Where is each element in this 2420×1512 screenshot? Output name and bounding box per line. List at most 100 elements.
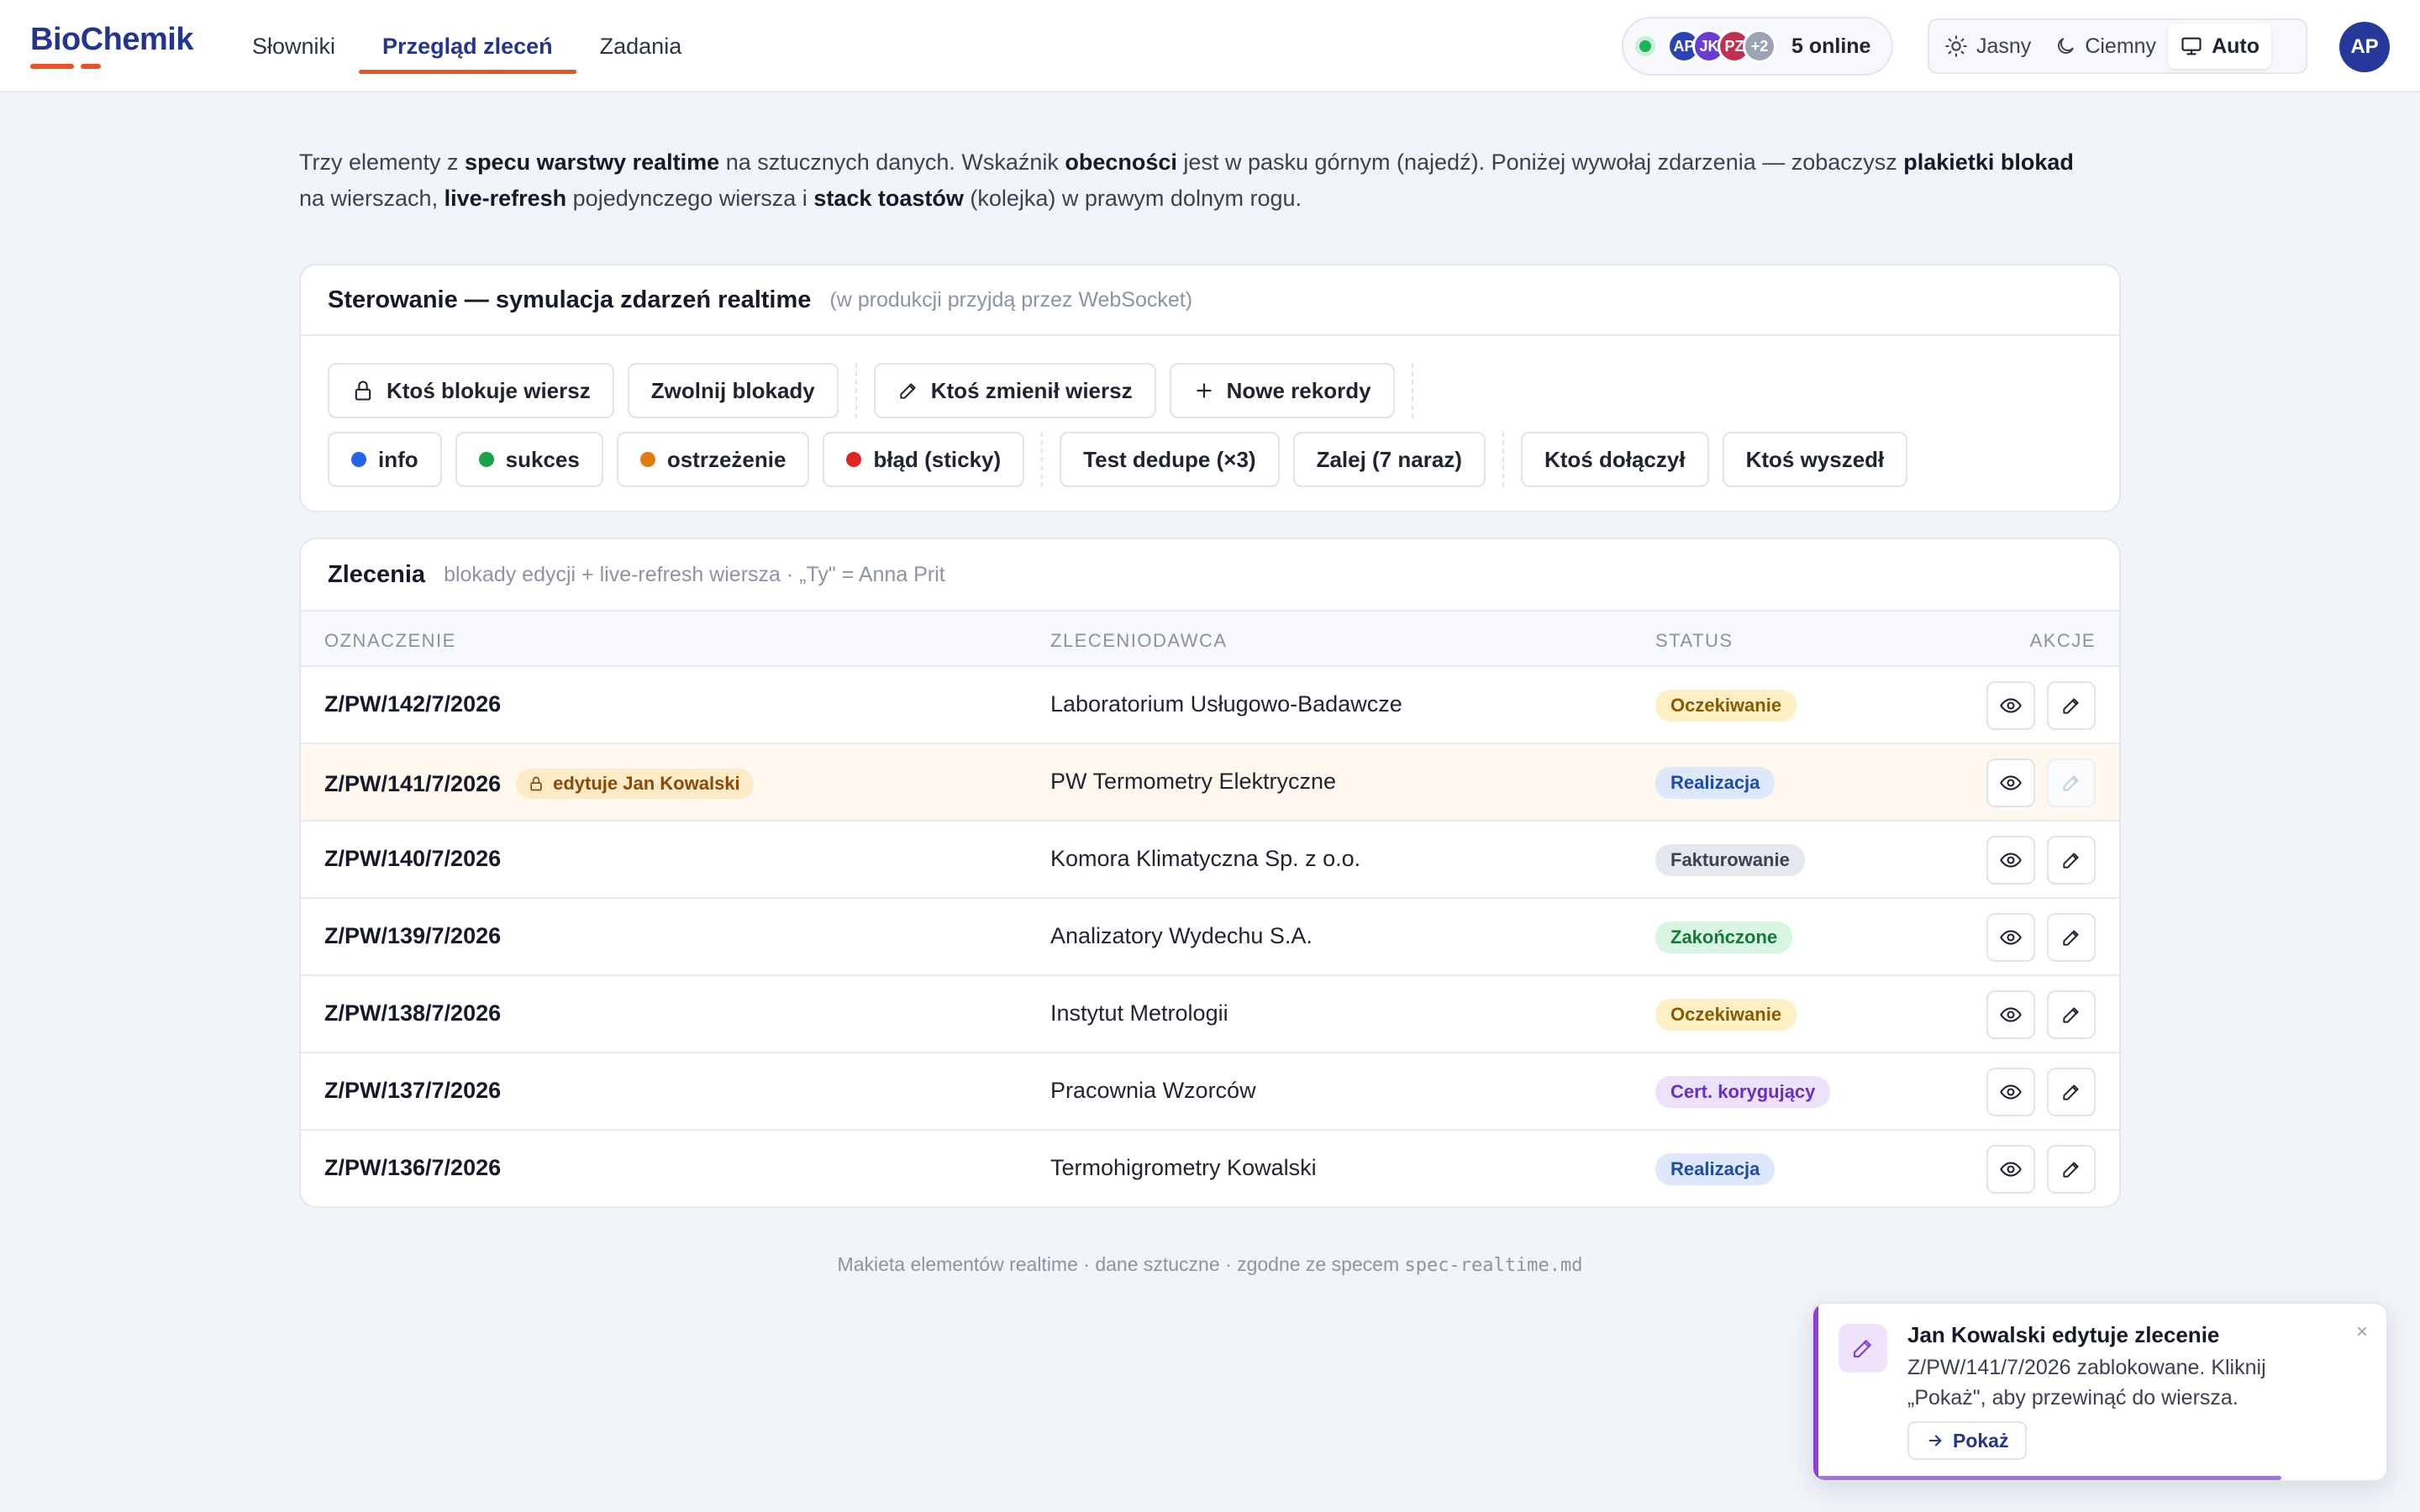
presence-more-count[interactable]: +2 bbox=[1743, 29, 1776, 63]
plus-icon bbox=[1196, 383, 1212, 398]
button-group-divider bbox=[1502, 432, 1504, 487]
view-button[interactable] bbox=[1986, 681, 2035, 730]
edit-button[interactable] bbox=[2047, 913, 2096, 962]
order-client: Analizatory Wydechu S.A. bbox=[1050, 923, 1313, 948]
row-actions bbox=[1986, 681, 2096, 730]
main-nav: Słowniki Przegląd zleceń Zadania bbox=[229, 0, 705, 92]
table-row[interactable]: Z/PW/142/7/2026 Laboratorium Usługowo-Ba… bbox=[301, 667, 2119, 744]
controls-subtitle: (w produkcji przyjdą przez WebSocket) bbox=[829, 287, 1193, 312]
column-header-id[interactable]: OZNACZENIE bbox=[324, 630, 456, 652]
intro-text-part: Trzy elementy z bbox=[299, 150, 466, 175]
simulate-change-button[interactable]: Ktoś zmienił wiersz bbox=[873, 363, 1156, 418]
theme-light-button[interactable]: Jasny bbox=[1933, 24, 2043, 69]
button-label: Ktoś wyszedł bbox=[1745, 446, 1885, 472]
view-button[interactable] bbox=[1986, 836, 2035, 885]
footer-text: Makieta elementów realtime · dane sztucz… bbox=[837, 1253, 1405, 1275]
orders-subtitle: blokady edycji + live-refresh wiersza · … bbox=[444, 562, 945, 586]
toast-success-button[interactable]: sukces bbox=[455, 432, 603, 487]
presence-avatars: AP JK PZ +2 bbox=[1667, 29, 1776, 63]
new-records-button[interactable]: Nowe rekordy bbox=[1169, 363, 1395, 418]
intro-text: Trzy elementy z specu warstwy realtime n… bbox=[299, 144, 2131, 217]
table-row[interactable]: Z/PW/140/7/2026 Komora Klimatyczna Sp. z… bbox=[301, 822, 2119, 899]
edit-button[interactable] bbox=[2047, 1068, 2096, 1116]
edit-button[interactable] bbox=[2047, 836, 2096, 885]
status-cell: Realizacja bbox=[1655, 767, 1776, 799]
view-button[interactable] bbox=[1986, 759, 2035, 807]
intro-highlight: live-refresh bbox=[444, 186, 567, 211]
release-locks-button[interactable]: Zwolnij blokady bbox=[627, 363, 839, 418]
button-label: sukces bbox=[505, 446, 580, 472]
row-actions bbox=[1986, 759, 2096, 807]
simulate-join-button[interactable]: Ktoś dołączył bbox=[1520, 432, 1709, 487]
button-label: info bbox=[378, 446, 418, 472]
toast-show-label: Pokaż bbox=[1953, 1429, 2009, 1452]
pencil-icon bbox=[2063, 775, 2079, 791]
user-avatar[interactable]: AP bbox=[2339, 22, 2390, 72]
simulate-leave-button[interactable]: Ktoś wyszedł bbox=[1722, 432, 1908, 487]
button-label: Ktoś dołączył bbox=[1544, 446, 1686, 472]
toast-close-button[interactable]: × bbox=[2356, 1320, 2368, 1344]
nav-item-zadania[interactable]: Zadania bbox=[576, 0, 706, 92]
simulate-lock-button[interactable]: Ktoś blokuje wiersz bbox=[328, 363, 614, 418]
column-header-client[interactable]: ZLECENIODAWCA bbox=[1050, 630, 1228, 652]
flood-toasts-button[interactable]: Zalej (7 naraz) bbox=[1292, 432, 1486, 487]
app-logo[interactable]: BioChemik bbox=[30, 22, 193, 58]
eye-icon bbox=[2000, 698, 2022, 713]
column-header-status[interactable]: STATUS bbox=[1655, 630, 1733, 652]
pencil-icon bbox=[1853, 1340, 1871, 1358]
footer-spec-file: spec-realtime.md bbox=[1404, 1255, 1583, 1276]
edit-button[interactable] bbox=[2047, 1145, 2096, 1194]
success-dot-icon bbox=[478, 452, 494, 467]
online-count: 5 online bbox=[1791, 34, 1871, 58]
edit-button[interactable] bbox=[2047, 681, 2096, 730]
table-row[interactable]: Z/PW/139/7/2026 Analizatory Wydechu S.A.… bbox=[301, 899, 2119, 976]
toast-info-button[interactable]: info bbox=[328, 432, 442, 487]
nav-item-przeglad-zlecen[interactable]: Przegląd zleceń bbox=[359, 0, 576, 92]
intro-text-part: jest w pasku górnym (najedź). Poniżej wy… bbox=[1176, 150, 1904, 175]
pencil-icon bbox=[2063, 1162, 2079, 1178]
order-id-cell: Z/PW/141/7/2026 edytuje Jan Kowalski bbox=[324, 769, 754, 799]
table-row[interactable]: Z/PW/141/7/2026 edytuje Jan Kowalski PW … bbox=[301, 744, 2119, 822]
status-badge: Fakturowanie bbox=[1655, 844, 1805, 876]
toast-error-button[interactable]: błąd (sticky) bbox=[823, 432, 1025, 487]
button-label: ostrzeżenie bbox=[666, 446, 786, 472]
info-dot-icon bbox=[351, 452, 366, 467]
edit-button[interactable] bbox=[2047, 990, 2096, 1039]
top-bar: BioChemik Słowniki Przegląd zleceń Zadan… bbox=[0, 0, 2420, 92]
row-actions bbox=[1986, 913, 2096, 962]
table-row[interactable]: Z/PW/136/7/2026 Termohigrometry Kowalski… bbox=[301, 1131, 2119, 1206]
nav-item-slowniki[interactable]: Słowniki bbox=[229, 0, 359, 92]
eye-icon bbox=[2000, 1084, 2022, 1100]
toast-warning-button[interactable]: ostrzeżenie bbox=[616, 432, 810, 487]
order-id: Z/PW/142/7/2026 bbox=[324, 691, 502, 717]
theme-auto-button[interactable]: Auto bbox=[2168, 24, 2271, 69]
view-button[interactable] bbox=[1986, 913, 2035, 962]
table-row[interactable]: Z/PW/138/7/2026 Instytut Metrologii Ocze… bbox=[301, 976, 2119, 1053]
view-button[interactable] bbox=[1986, 1068, 2035, 1116]
pencil-icon bbox=[2063, 930, 2079, 946]
order-client: Komora Klimatyczna Sp. z o.o. bbox=[1050, 846, 1361, 871]
toast-timer-progress bbox=[1818, 1476, 2281, 1480]
controls-row-lock: Ktoś blokuje wiersz Zwolnij blokady Ktoś… bbox=[328, 363, 1430, 418]
nav-item-label: Przegląd zleceń bbox=[382, 33, 553, 59]
row-actions bbox=[1986, 1068, 2096, 1116]
pencil-icon bbox=[2063, 1084, 2079, 1100]
row-actions bbox=[1986, 1145, 2096, 1194]
toast-show-button[interactable]: Pokaż bbox=[1907, 1421, 2028, 1460]
row-actions bbox=[1986, 836, 2096, 885]
presence-indicator[interactable]: AP JK PZ +2 5 online bbox=[1622, 17, 1893, 76]
order-client: Termohigrometry Kowalski bbox=[1050, 1155, 1317, 1180]
intro-text-part: na wierszach, bbox=[299, 186, 445, 211]
theme-dark-button[interactable]: Ciemny bbox=[2043, 24, 2168, 69]
lock-badge: edytuje Jan Kowalski bbox=[516, 769, 754, 799]
status-badge: Oczekiwanie bbox=[1655, 999, 1797, 1031]
test-dedupe-button[interactable]: Test dedupe (×3) bbox=[1060, 432, 1280, 487]
order-id-cell: Z/PW/142/7/2026 bbox=[324, 691, 501, 717]
orders-table-header: OZNACZENIE ZLECENIODAWCA STATUS AKCJE bbox=[301, 610, 2119, 667]
theme-auto-label: Auto bbox=[2212, 34, 2260, 58]
monitor-icon bbox=[2181, 37, 2202, 55]
table-row[interactable]: Z/PW/137/7/2026 Pracownia Wzorców Cert. … bbox=[301, 1053, 2119, 1131]
view-button[interactable] bbox=[1986, 990, 2035, 1039]
view-button[interactable] bbox=[1986, 1145, 2035, 1194]
theme-light-label: Jasny bbox=[1976, 34, 2032, 58]
